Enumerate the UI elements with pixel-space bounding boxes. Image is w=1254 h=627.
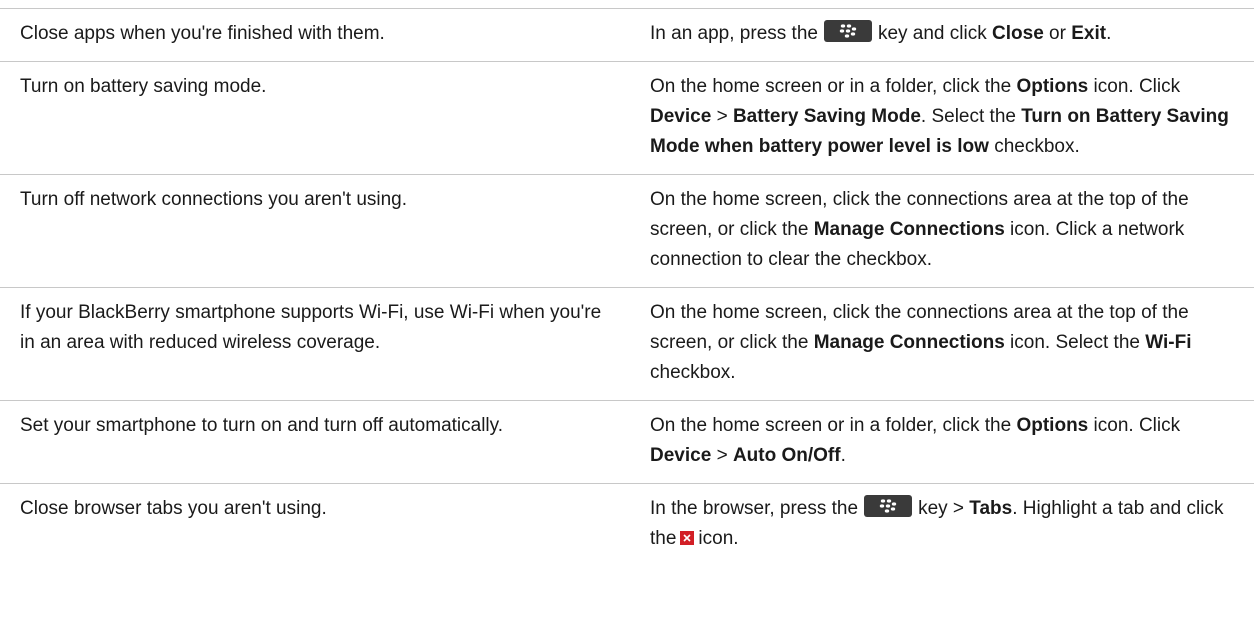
blackberry-menu-key-icon [864, 495, 913, 517]
instruction-text: key > [918, 498, 965, 519]
table-row: Set your smartphone to turn on and turn … [0, 400, 1254, 484]
tip-cell: Close browser tabs you aren't using. [20, 498, 327, 519]
tip-cell: Set your smartphone to turn on and turn … [20, 415, 504, 436]
instruction-cell: In the browser, press the key > Tabs. Hig… [640, 484, 1254, 567]
instruction-cell: In an app, press the key and click Close … [640, 9, 1254, 62]
battery-saving-mode-item: Battery Saving Mode [732, 106, 921, 127]
path-separator: > [716, 445, 728, 466]
instruction-text: In the browser, press the [650, 498, 859, 519]
instruction-text: On the home screen or in a folder, click… [650, 76, 1012, 97]
tip-cell: Close apps when you're finished with the… [20, 23, 385, 44]
table-row: If your BlackBerry smartphone supports W… [0, 287, 1254, 401]
instruction-text: or [1049, 23, 1066, 44]
instruction-text: . Select the [920, 106, 1016, 127]
path-separator: > [716, 106, 728, 127]
instruction-text: icon. [698, 528, 739, 549]
instruction-text: checkbox. [650, 362, 736, 383]
options-icon-label: Options [1016, 76, 1089, 97]
tip-cell: Turn off network connections you aren't … [20, 189, 408, 210]
instruction-text: . [840, 445, 846, 466]
instruction-cell: On the home screen or in a folder, click… [640, 62, 1254, 175]
instruction-text: In an app, press the [650, 23, 818, 44]
options-icon-label: Options [1016, 415, 1089, 436]
close-menu-item: Close [992, 23, 1044, 44]
instruction-text: key and click [877, 23, 987, 44]
device-menu-item: Device [650, 106, 712, 127]
instruction-text: icon. Click [1093, 415, 1181, 436]
device-menu-item: Device [650, 445, 712, 466]
instruction-cell: On the home screen or in a folder, click… [640, 401, 1254, 484]
instruction-text: icon. Click [1093, 76, 1181, 97]
manage-connections-icon-label: Manage Connections [813, 219, 1005, 240]
instruction-text: icon. Select the [1010, 332, 1140, 353]
instruction-cell: On the home screen, click the connection… [640, 175, 1254, 288]
blackberry-menu-key-icon [823, 20, 872, 42]
table-row: Close browser tabs you aren't using. In … [0, 483, 1254, 567]
close-x-icon [680, 531, 695, 545]
battery-tips-table: Close apps when you're finished with the… [0, 8, 1254, 566]
tabs-menu-item: Tabs [969, 498, 1013, 519]
instruction-text: . [1106, 23, 1112, 44]
wifi-checkbox-label: Wi-Fi [1145, 332, 1192, 353]
tip-cell: Turn on battery saving mode. [20, 76, 267, 97]
instruction-text: checkbox. [994, 136, 1080, 157]
table-row: Turn off network connections you aren't … [0, 174, 1254, 288]
table-row: Turn on battery saving mode. On the home… [0, 61, 1254, 175]
instruction-text: On the home screen or in a folder, click… [650, 415, 1012, 436]
auto-on-off-item: Auto On/Off [732, 445, 841, 466]
manage-connections-icon-label: Manage Connections [813, 332, 1005, 353]
instruction-cell: On the home screen, click the connection… [640, 288, 1254, 401]
tip-cell: If your BlackBerry smartphone supports W… [20, 302, 602, 353]
table-row: Close apps when you're finished with the… [0, 8, 1254, 62]
exit-menu-item: Exit [1071, 23, 1107, 44]
